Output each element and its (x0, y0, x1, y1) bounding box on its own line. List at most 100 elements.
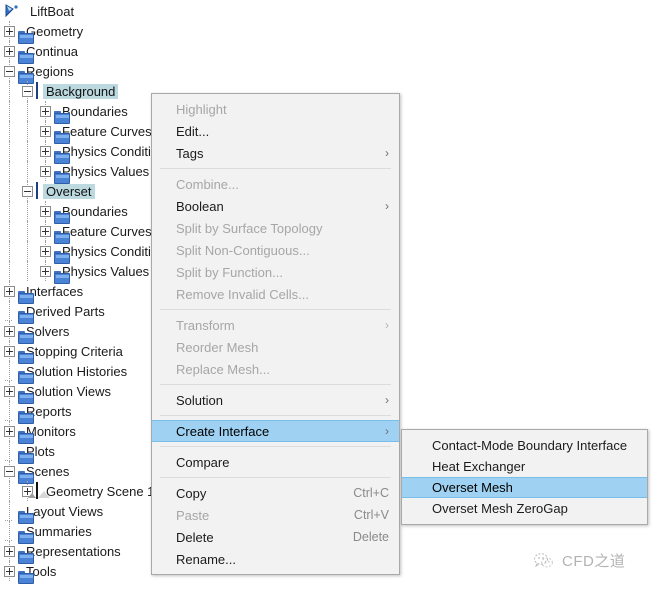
menu-item[interactable]: Copy Ctrl+C (152, 482, 399, 504)
expand-icon[interactable] (40, 205, 51, 217)
collapse-icon[interactable] (22, 85, 33, 97)
expand-icon[interactable] (4, 565, 15, 577)
tree-row[interactable]: Regions (0, 61, 420, 84)
tree-guide-line (9, 121, 10, 141)
tree-guide-line (27, 161, 28, 181)
menu-item[interactable]: Heat Exchanger (402, 456, 647, 477)
create-interface-submenu[interactable]: Contact-Mode Boundary Interface Heat Exch… (401, 429, 648, 525)
tree-guide-line (9, 101, 10, 121)
tree-item-label: Solution Histories (26, 363, 128, 379)
wechat-logo-icon (533, 552, 555, 570)
tree-guide-line (9, 141, 10, 161)
tree-guide-line (9, 221, 10, 241)
expand-icon[interactable] (4, 385, 15, 397)
menu-separator (160, 309, 391, 310)
tree-guide-line (27, 241, 28, 261)
expand-icon[interactable] (40, 125, 51, 137)
menu-item-label: Copy (176, 485, 207, 501)
menu-item-label: Delete (176, 529, 214, 545)
menu-item[interactable]: Tags › (152, 142, 399, 164)
menu-item-label: Replace Mesh... (176, 361, 270, 377)
menu-item-label: Reorder Mesh (176, 339, 259, 355)
expand-icon[interactable] (40, 245, 51, 257)
tree-guide-line (27, 101, 28, 121)
tree-row-root[interactable]: LiftBoat (0, 1, 420, 21)
expand-icon[interactable] (40, 145, 51, 157)
tree-row[interactable]: Continua (0, 41, 420, 64)
tree-label-root: LiftBoat (30, 3, 75, 19)
expand-icon[interactable] (40, 165, 51, 177)
menu-item-label: Solution (176, 392, 223, 408)
menu-item[interactable]: Boolean › (152, 195, 399, 217)
chevron-right-icon: › (385, 199, 389, 213)
tree-item-label: Overset (43, 183, 95, 199)
menu-item-label: Paste (176, 507, 210, 523)
chevron-right-icon: › (385, 393, 389, 407)
tree-guide-line (27, 141, 28, 161)
tree-item-label: Background (43, 83, 119, 99)
menu-item-label: Overset Mesh ZeroGap (432, 501, 568, 516)
tree-item-label: Physics Values (62, 163, 150, 179)
tree-guide-line (9, 81, 10, 101)
menu-item: Paste Ctrl+V (152, 504, 399, 526)
expand-icon[interactable] (4, 345, 15, 357)
collapse-icon[interactable] (22, 185, 33, 197)
simulation-icon (4, 3, 22, 19)
menu-item-label: Split by Function... (176, 264, 283, 280)
tree-guide-line (9, 181, 10, 201)
menu-item[interactable]: Create Interface › (152, 420, 399, 442)
menu-item[interactable]: Solution › (152, 389, 399, 411)
app-window: LiftBoat Geometry Continua Regions Backgrou… (0, 0, 664, 594)
expand-icon[interactable] (4, 25, 15, 37)
expand-icon[interactable] (40, 105, 51, 117)
tree-guide-line (9, 401, 10, 421)
menu-item[interactable]: Overset Mesh (402, 477, 647, 498)
menu-item-label: Transform (176, 317, 235, 333)
menu-item-label: Create Interface (176, 423, 270, 439)
tree-row[interactable]: Geometry (0, 21, 420, 44)
expand-icon[interactable] (40, 225, 51, 237)
tree-item-label: Feature Curves (62, 223, 152, 239)
expand-icon[interactable] (4, 45, 15, 57)
tree-guide-line (9, 161, 10, 181)
menu-item-label: Edit... (176, 123, 210, 139)
collapse-icon[interactable] (4, 65, 15, 77)
menu-separator (160, 477, 391, 478)
menu-item[interactable]: Edit... (152, 120, 399, 142)
menu-item: Replace Mesh... (152, 358, 399, 380)
expand-icon[interactable] (40, 265, 51, 277)
menu-item-label: Heat Exchanger (432, 459, 526, 474)
expand-icon[interactable] (4, 425, 15, 437)
menu-separator (160, 168, 391, 169)
menu-item-label: Remove Invalid Cells... (176, 286, 309, 302)
collapse-icon[interactable] (4, 465, 15, 477)
menu-item[interactable]: Overset Mesh ZeroGap (402, 498, 647, 519)
tree-item-label: Solution Views (26, 383, 112, 399)
menu-item[interactable]: Contact-Mode Boundary Interface (402, 435, 647, 456)
expand-icon[interactable] (4, 285, 15, 297)
menu-item-label: Combine... (176, 176, 239, 192)
chevron-right-icon: › (385, 318, 389, 332)
menu-item-label: Compare (176, 454, 230, 470)
watermark: CFD之道 (533, 550, 625, 571)
menu-item-label: Overset Mesh (432, 480, 513, 495)
tree-guide-line (9, 481, 10, 501)
tree-guide-line (9, 521, 10, 541)
tree-guide-line (9, 261, 10, 281)
tree-item-label: Derived Parts (26, 303, 105, 319)
tree-guide-line (27, 261, 28, 281)
tree-guide-line (27, 201, 28, 221)
menu-item[interactable]: Compare (152, 451, 399, 473)
expand-icon[interactable] (4, 545, 15, 557)
menu-item[interactable]: Rename... (152, 548, 399, 570)
expand-icon[interactable] (4, 325, 15, 337)
menu-item: Remove Invalid Cells... (152, 283, 399, 305)
menu-item-label: Tags (176, 145, 204, 161)
context-menu[interactable]: Highlight Edit... Tags › Combine... Boolean › S… (151, 93, 400, 575)
menu-item[interactable]: Delete Delete (152, 526, 399, 548)
menu-item: Highlight (152, 98, 399, 120)
tree-guide-line (9, 441, 10, 461)
tree-guide-line (9, 301, 10, 321)
menu-item-label: Contact-Mode Boundary Interface (432, 438, 628, 453)
tree-item-label: Layout Views (26, 503, 104, 519)
